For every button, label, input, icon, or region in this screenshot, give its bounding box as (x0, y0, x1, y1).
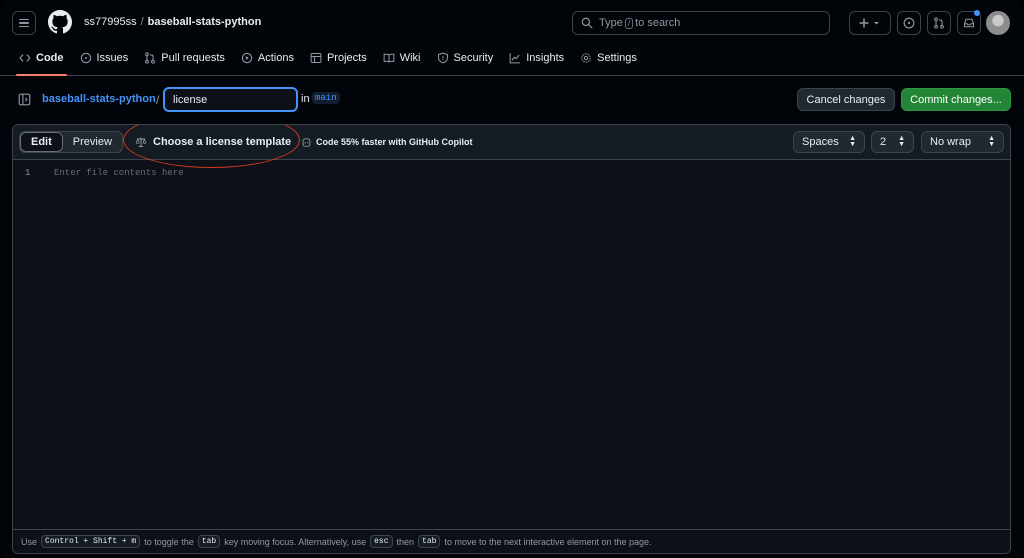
line-number: 1 (25, 168, 31, 178)
search-placeholder: Type / to search (599, 17, 680, 29)
editor-placeholder: Enter file contents here (54, 168, 184, 178)
issue-icon (903, 17, 915, 29)
law-icon (135, 137, 147, 147)
wrap-mode-select[interactable]: No wrap ▲ ▼ (921, 131, 1004, 153)
hint-text: Use (21, 536, 38, 547)
tab-wiki[interactable]: Wiki (376, 44, 428, 72)
choose-license-template-button[interactable]: Choose a license template (131, 131, 295, 153)
tab-issues[interactable]: Issues (73, 44, 136, 72)
search-placeholder-after: to search (635, 17, 681, 29)
tab-label: Wiki (399, 52, 421, 64)
hint-text: to move to the next interactive element … (444, 536, 652, 547)
shortcut-key: tab (197, 535, 221, 548)
create-new-button[interactable] (849, 11, 891, 35)
tab-label: Settings (597, 52, 637, 64)
search-input[interactable]: Type / to search (572, 11, 830, 35)
tab-pull-requests[interactable]: Pull requests (137, 44, 232, 72)
menu-icon-line (19, 22, 29, 24)
tab-label: Security (453, 52, 494, 64)
book-icon (383, 53, 395, 63)
indent-size-value: 2 (880, 136, 887, 148)
plus-dropdown-icon (859, 18, 879, 28)
indent-size-select[interactable]: 2 ▲ ▼ (871, 131, 914, 153)
github-logo-icon[interactable] (48, 10, 72, 34)
search-shortcut-key: / (624, 18, 634, 29)
tab-label: Code (36, 52, 64, 64)
file-editor: Edit Preview Choose a license template C… (12, 124, 1011, 554)
indent-mode-value: Spaces (802, 136, 839, 148)
code-icon (19, 54, 31, 62)
wrap-mode-value: No wrap (930, 136, 971, 148)
search-icon (581, 17, 593, 29)
tab-settings[interactable]: Settings (573, 44, 644, 72)
keyboard-hint-footer: Use Control + Shift + m to toggle the ta… (13, 529, 1010, 553)
tab-label: Insights (526, 52, 565, 64)
pull-requests-button[interactable] (927, 11, 951, 35)
hint-text: to toggle the (144, 536, 194, 547)
edit-tab[interactable]: Edit (20, 132, 63, 152)
select-arrows-icon: ▲ ▼ (988, 135, 995, 148)
menu-button[interactable] (12, 11, 36, 35)
repo-breadcrumb: ss77995ss / baseball-stats-python (84, 16, 261, 28)
branch-badge[interactable]: main (312, 92, 340, 104)
commit-changes-button[interactable]: Commit changes... (901, 88, 1011, 111)
breadcrumb-separator: / (140, 16, 144, 28)
tab-label: Pull requests (161, 52, 225, 64)
global-header: ss77995ss / baseball-stats-python Type / to … (0, 0, 1024, 44)
filename-input[interactable] (163, 87, 298, 112)
inbox-icon (963, 18, 975, 28)
repo-link[interactable]: baseball-stats-python (148, 16, 262, 28)
select-arrows-icon: ▲ ▼ (898, 135, 905, 148)
cancel-changes-button[interactable]: Cancel changes (797, 88, 895, 111)
owner-link[interactable]: ss77995ss (84, 16, 137, 28)
path-separator: / (156, 93, 160, 107)
user-avatar[interactable] (986, 11, 1010, 35)
graph-icon (509, 53, 521, 64)
tab-security[interactable]: Security (430, 44, 501, 72)
tab-code[interactable]: Code (12, 44, 71, 76)
search-placeholder-before: Type (599, 17, 623, 29)
shortcut-key: tab (418, 535, 441, 548)
issues-button[interactable] (897, 11, 921, 35)
in-label: in (301, 93, 310, 105)
shortcut-key: Control + Shift + m (41, 535, 141, 548)
tab-label: Actions (257, 52, 294, 64)
sidebar-toggle-icon[interactable] (18, 93, 31, 106)
gear-icon (581, 53, 591, 63)
menu-icon-line (19, 18, 29, 21)
tab-projects[interactable]: Projects (303, 44, 374, 72)
copilot-icon (302, 137, 311, 147)
hint-text: then (396, 536, 415, 547)
github-file-editor-page: ss77995ss / baseball-stats-python Type / to … (0, 0, 1024, 558)
shortcut-key: esc (370, 535, 393, 548)
tab-actions[interactable]: Actions (234, 44, 301, 72)
select-arrows-icon: ▲ ▼ (849, 135, 856, 148)
repo-root-link[interactable]: baseball-stats-python (42, 93, 156, 105)
notification-indicator (974, 10, 980, 16)
tab-label: Projects (326, 52, 367, 64)
license-button-label: Choose a license template (153, 136, 292, 148)
editor-toolbar: Edit Preview Choose a license template C… (13, 125, 1010, 168)
indent-mode-select[interactable]: Spaces ▲ ▼ (793, 131, 865, 153)
pull-request-icon (934, 17, 944, 29)
tab-insights[interactable]: Insights (502, 44, 571, 72)
copilot-promo-link[interactable]: Code 55% faster with GitHub Copilot (301, 131, 473, 153)
copilot-label: Code 55% faster with GitHub Copilot (316, 137, 473, 147)
issue-icon (80, 52, 91, 64)
play-icon (241, 52, 253, 64)
table-icon (310, 52, 322, 64)
repo-nav: Code Issues Pull requests Actions Projec… (0, 44, 1024, 76)
tab-label: Issues (96, 52, 129, 64)
edit-preview-toggle: Edit Preview (19, 131, 123, 153)
pull-request-icon (145, 52, 156, 64)
preview-tab[interactable]: Preview (63, 132, 122, 152)
hint-text: key moving focus. Alternatively, use (224, 536, 367, 547)
menu-icon-line (19, 25, 29, 28)
shield-icon (437, 52, 448, 64)
file-path-bar: baseball-stats-python / in main Cancel c… (0, 76, 1024, 124)
code-textarea[interactable]: 1 Enter file contents here (13, 160, 1010, 530)
